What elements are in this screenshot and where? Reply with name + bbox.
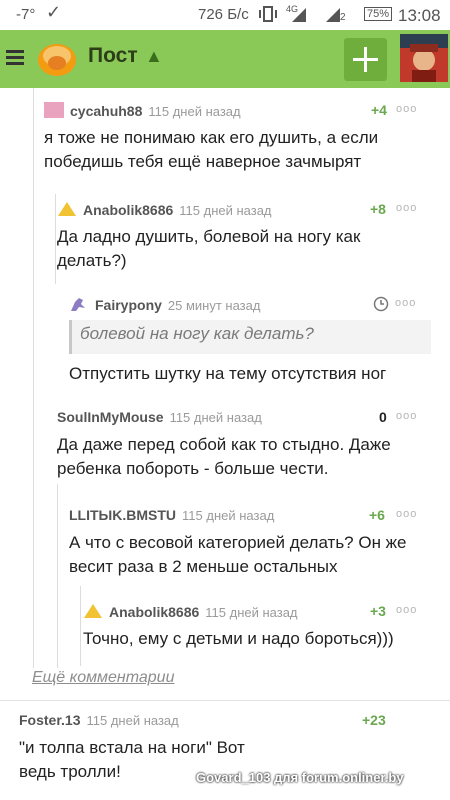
comment-text: А что с весовой категорией делать? Он же… bbox=[69, 533, 407, 576]
vibrate-icon bbox=[258, 5, 278, 27]
comment-age: 115 дней назад bbox=[148, 104, 241, 119]
comment-score: 0 bbox=[379, 409, 387, 425]
warning-triangle-icon bbox=[57, 201, 77, 222]
comment-text: Отпустить шутку на тему отсутствия ног bbox=[69, 364, 387, 383]
more-comments-link[interactable]: Ещё комментарии bbox=[32, 669, 174, 687]
signal-icon bbox=[288, 6, 344, 28]
comment-score: +23 bbox=[362, 712, 386, 728]
comment-text: Да даже перед собой как то стыдно. Даже … bbox=[57, 435, 391, 478]
thread-line bbox=[55, 194, 56, 284]
arrow-up-icon[interactable]: ▲ bbox=[145, 46, 163, 67]
network-speed: 726 Б/с bbox=[198, 6, 249, 23]
battery-indicator: 75% bbox=[364, 7, 393, 21]
more-options-icon[interactable]: ooo bbox=[395, 297, 416, 309]
comment-score: +6 bbox=[369, 507, 385, 523]
thread-line bbox=[57, 484, 58, 668]
sim-slot: 2 bbox=[340, 12, 346, 23]
avatar[interactable] bbox=[44, 102, 64, 118]
add-post-button[interactable] bbox=[344, 38, 387, 81]
comment-age: 115 дней назад bbox=[182, 508, 275, 523]
comment-age: 25 минут назад bbox=[167, 298, 261, 313]
clock: 13:08 bbox=[398, 6, 441, 25]
comment-meta: LLITЫK.BMSTU 115 дней назад bbox=[69, 507, 274, 529]
comment-meta: cycahuh88 115 дней назад bbox=[44, 102, 241, 124]
pony-avatar-icon[interactable] bbox=[69, 296, 87, 317]
comment-score: +8 bbox=[370, 201, 386, 217]
more-options-icon[interactable]: ooo bbox=[396, 604, 417, 616]
comment-score: +3 bbox=[370, 603, 386, 619]
comment-author[interactable]: SoulInMyMouse bbox=[57, 409, 164, 425]
comment: SoulInMyMouse 115 дней назад 0 ooo Да даж… bbox=[57, 409, 430, 484]
comment-age: 115 дней назад bbox=[205, 605, 298, 620]
comment: Anabolik8686 115 дней назад +8 ooo Да лад… bbox=[57, 201, 430, 276]
comment-meta: Anabolik8686 115 дней назад bbox=[57, 201, 272, 223]
menu-icon[interactable] bbox=[6, 50, 24, 66]
comment-text: Точно, ему с детьми и надо бороться))) bbox=[83, 629, 394, 648]
more-options-icon[interactable]: ooo bbox=[396, 202, 417, 214]
comment-author[interactable]: Anabolik8686 bbox=[83, 202, 173, 218]
quoted-text: болевой на ногу как делать? bbox=[69, 320, 431, 354]
comment: Fairypony 25 минут назад ooo болевой на н… bbox=[69, 296, 431, 396]
comment: Anabolik8686 115 дней назад +3 ooo Точно,… bbox=[83, 603, 430, 655]
comment-author[interactable]: Foster.13 bbox=[19, 712, 80, 728]
comment-author[interactable]: Fairypony bbox=[95, 297, 162, 313]
clock-icon bbox=[373, 296, 389, 317]
comment-meta: Foster.13 115 дней назад bbox=[19, 712, 179, 734]
comment-author[interactable]: Anabolik8686 bbox=[109, 604, 199, 620]
comment-meta: Fairypony 25 минут назад bbox=[69, 296, 260, 318]
comment: cycahuh88 115 дней назад +4 ooo я тоже не… bbox=[44, 102, 430, 177]
comment-age: 115 дней назад bbox=[86, 713, 179, 728]
comment-author[interactable]: cycahuh88 bbox=[70, 103, 142, 119]
more-options-icon[interactable]: ooo bbox=[396, 508, 417, 520]
comment-age: 115 дней назад bbox=[179, 203, 272, 218]
warning-triangle-icon bbox=[83, 603, 103, 624]
pikabu-logo[interactable] bbox=[36, 36, 78, 78]
more-options-icon[interactable]: ooo bbox=[396, 103, 417, 115]
comment: LLITЫK.BMSTU 115 дней назад +6 ooo А что … bbox=[69, 507, 430, 582]
divider bbox=[0, 700, 450, 701]
comment-meta: SoulInMyMouse 115 дней назад bbox=[57, 409, 262, 431]
more-options-icon[interactable]: ooo bbox=[396, 410, 417, 422]
thread-line bbox=[33, 88, 34, 668]
comment-text: Да ладно душить, болевой на ногу как дел… bbox=[57, 227, 361, 270]
app-bar: Пост ▲ bbox=[0, 30, 450, 88]
page-title: Пост bbox=[88, 44, 138, 67]
thread-line bbox=[80, 586, 81, 666]
comment-author[interactable]: LLITЫK.BMSTU bbox=[69, 507, 176, 523]
download-done-icon: ✓ bbox=[46, 2, 62, 22]
watermark: Govard_103 для forum.onliner.by bbox=[196, 770, 404, 785]
comment-meta: Anabolik8686 115 дней назад bbox=[83, 603, 298, 625]
temperature: -7° bbox=[16, 6, 36, 23]
comment-age: 115 дней назад bbox=[169, 410, 262, 425]
user-avatar[interactable] bbox=[400, 34, 448, 82]
comment-score: +4 bbox=[371, 102, 387, 118]
status-bar: -7° ✓ 726 Б/с 4G 2 75% 13:08 bbox=[0, 0, 450, 30]
comment-text: я тоже не понимаю как его душить, а если… bbox=[44, 128, 379, 171]
